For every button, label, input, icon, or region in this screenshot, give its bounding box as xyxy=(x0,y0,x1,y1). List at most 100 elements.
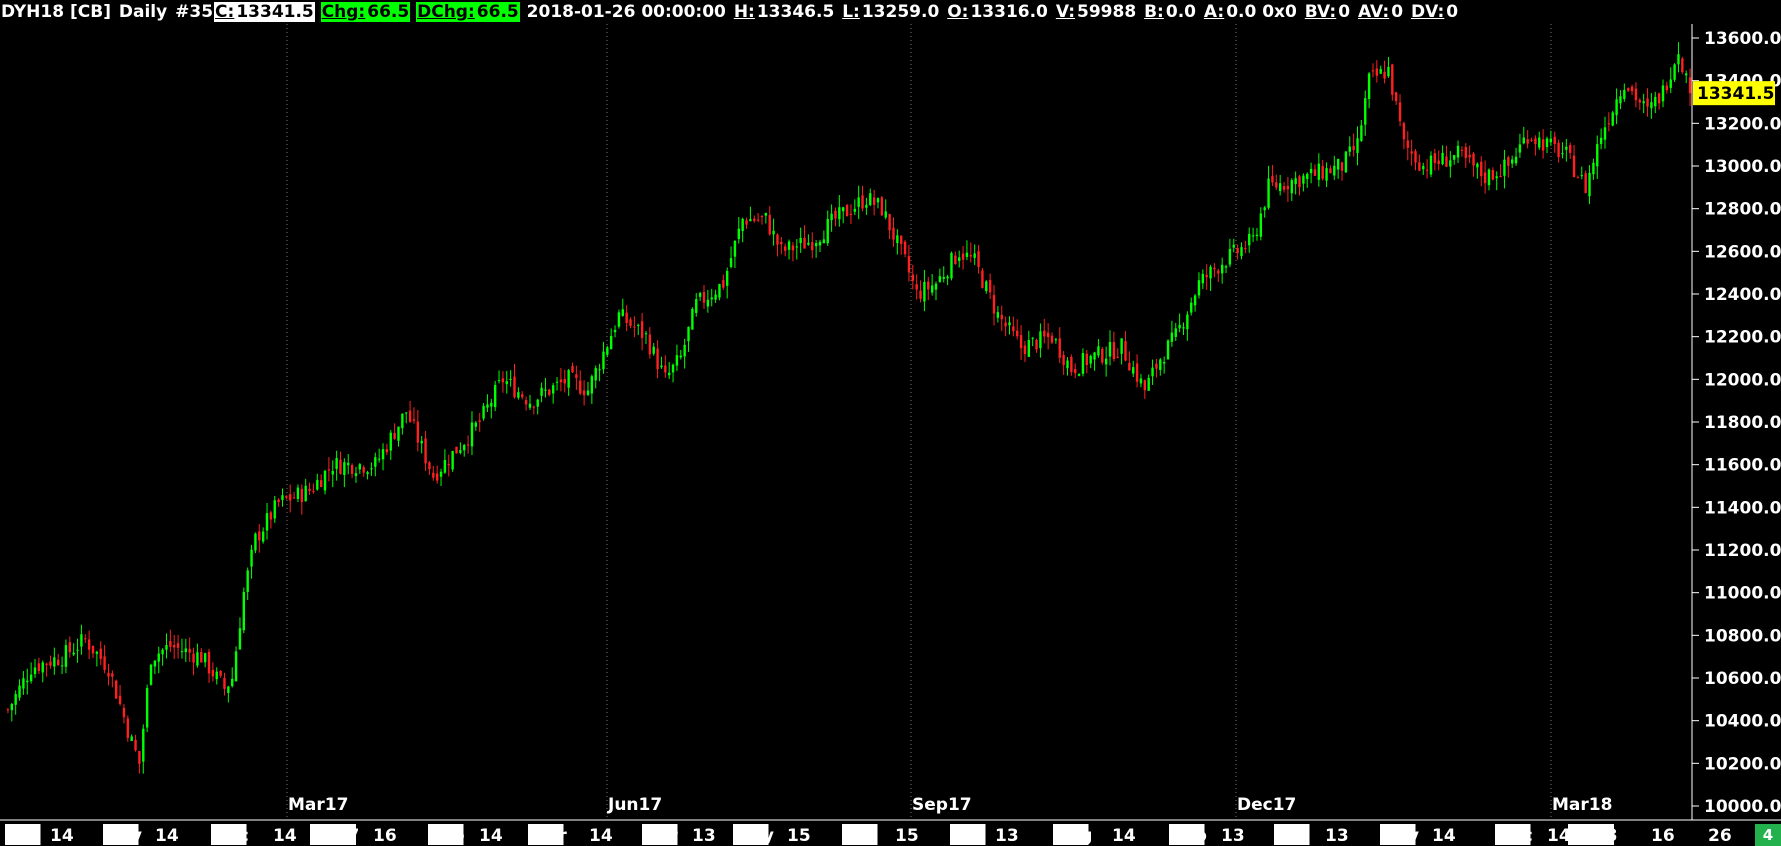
candle xyxy=(1050,332,1054,345)
y-tick-label: 10400.0 xyxy=(1704,712,1781,732)
y-tick-label: 11000.0 xyxy=(1704,584,1781,604)
candle xyxy=(927,276,930,301)
candle xyxy=(335,450,338,481)
contract-labels: Mar17 Jun17 Sep17 Dec17 Mar18 xyxy=(288,795,1612,815)
candle xyxy=(613,325,617,338)
candle xyxy=(292,491,296,499)
candle xyxy=(273,495,276,523)
candle xyxy=(532,405,536,415)
candle xyxy=(718,283,721,301)
candle xyxy=(950,251,953,281)
candle xyxy=(1410,139,1413,166)
candle xyxy=(528,394,532,411)
candle xyxy=(791,242,795,262)
candle xyxy=(853,199,857,216)
corner-badge[interactable]: 4 xyxy=(1755,824,1781,846)
candle xyxy=(1344,151,1348,174)
candle xyxy=(857,185,860,220)
candle xyxy=(872,189,876,216)
candlestick-chart[interactable]: 10000.0 10200.0 10400.0 10600.0 10800.0 11000… xyxy=(0,0,1781,846)
candle xyxy=(563,369,566,393)
candle xyxy=(1348,136,1351,157)
candle xyxy=(787,239,791,260)
candle xyxy=(26,668,29,695)
x-tick-label: 14 xyxy=(273,826,297,846)
candle xyxy=(633,316,636,338)
candle xyxy=(451,450,454,472)
candle xyxy=(1572,144,1576,178)
candle xyxy=(246,567,249,601)
candle xyxy=(6,708,10,714)
candle xyxy=(405,412,408,424)
candle xyxy=(1193,293,1197,312)
y-tick-label: 13200.0 xyxy=(1704,114,1781,134)
last-price-marker: 13341.5 xyxy=(1693,81,1775,106)
candle xyxy=(996,306,1000,323)
candle xyxy=(764,212,768,224)
candle xyxy=(115,679,118,699)
x-tick-label: 16 xyxy=(1651,826,1675,846)
candle xyxy=(1414,149,1417,171)
candle xyxy=(1248,227,1251,253)
candle xyxy=(629,317,632,329)
candle xyxy=(981,268,984,289)
candle xyxy=(107,663,110,686)
candle xyxy=(1681,56,1684,75)
y-tick-label: 12600.0 xyxy=(1704,242,1781,262)
candle xyxy=(621,298,624,317)
candle xyxy=(540,382,543,403)
candle xyxy=(1607,112,1611,132)
candle xyxy=(95,650,99,667)
candle xyxy=(250,544,253,579)
x-tick-label: 14 xyxy=(1547,826,1571,846)
candle xyxy=(772,218,775,246)
candle xyxy=(53,647,56,675)
candle xyxy=(1383,60,1386,84)
candle xyxy=(838,195,841,227)
candle xyxy=(582,380,586,406)
candle xyxy=(142,724,145,774)
candle xyxy=(1367,71,1371,109)
candle xyxy=(1298,174,1301,196)
candle xyxy=(200,648,203,663)
candle xyxy=(497,370,501,384)
candle xyxy=(37,657,41,674)
candle xyxy=(1387,56,1390,79)
candle xyxy=(1406,131,1409,161)
candle xyxy=(818,239,822,252)
candle xyxy=(606,345,609,358)
candle xyxy=(1596,135,1599,180)
candle xyxy=(1545,136,1549,153)
candle xyxy=(830,204,833,232)
x-tick-label: Jul xyxy=(951,826,976,846)
candle xyxy=(1677,42,1680,73)
y-tick-label: 13000.0 xyxy=(1704,157,1781,177)
candle xyxy=(602,341,605,374)
candle xyxy=(350,463,354,479)
candle xyxy=(1271,164,1274,187)
candle xyxy=(1340,161,1344,181)
price-axis[interactable]: 10000.0 10200.0 10400.0 10600.0 10800.0 11000… xyxy=(1691,24,1781,820)
candle xyxy=(714,289,717,303)
candle xyxy=(1391,63,1394,101)
candle xyxy=(354,466,358,483)
x-tick-label: Jun xyxy=(843,826,875,846)
candle xyxy=(1487,168,1491,191)
candle xyxy=(60,656,64,675)
candle xyxy=(768,206,771,236)
candle xyxy=(1530,137,1533,142)
candle xyxy=(664,355,667,378)
candle xyxy=(1576,175,1580,179)
candle xyxy=(834,207,837,227)
candle xyxy=(269,510,273,529)
candle xyxy=(652,343,655,356)
candle xyxy=(1097,339,1100,358)
candle xyxy=(169,629,172,653)
candle xyxy=(1267,165,1270,210)
time-axis[interactable]: Oct 14 Nov 14 Dec 14 2017 16 Feb 14 Mar 14 Apr 13 May 1… xyxy=(0,819,1781,846)
candle xyxy=(1688,68,1692,106)
candle xyxy=(1634,82,1638,108)
candle xyxy=(188,637,191,662)
candle xyxy=(1151,359,1154,385)
candle xyxy=(215,667,218,685)
